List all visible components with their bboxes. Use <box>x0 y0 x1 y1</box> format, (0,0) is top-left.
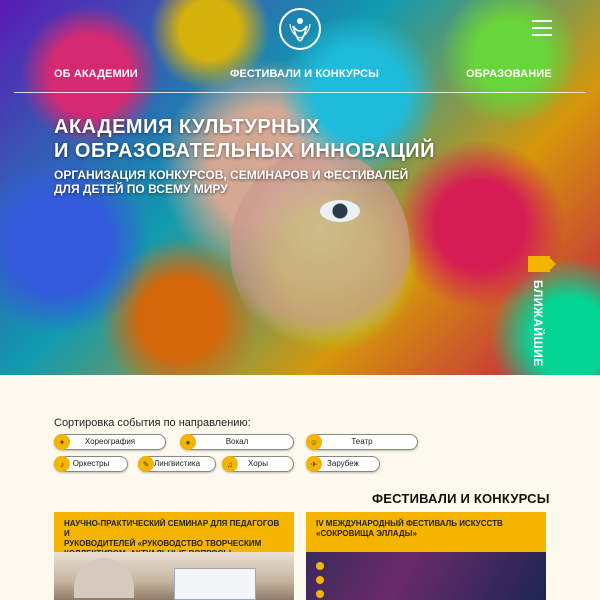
nav-festivals[interactable]: ФЕСТИВАЛИ И КОНКУРСЫ <box>230 68 379 80</box>
hero-subtitle-line: ДЛЯ ДЕТЕЙ ПО ВСЕМУ МИРУ <box>54 182 228 196</box>
nav-education[interactable]: ОБРАЗОВАНИЕ <box>466 68 552 80</box>
hero-eye-image <box>320 200 360 222</box>
event-card-title-line: НАУЧНО-ПРАКТИЧЕСКИЙ СЕМИНАР ДЛЯ ПЕДАГОГО… <box>64 519 280 538</box>
nearest-label: БЛИЖАЙШИЕ <box>531 280 545 367</box>
nav-divider <box>14 92 586 93</box>
filter-abroad[interactable]: ✈ Зарубеж <box>306 456 380 472</box>
academy-logo[interactable] <box>279 8 321 50</box>
filter-vocal[interactable]: ● Вокал <box>180 434 294 450</box>
arrow-right-icon[interactable] <box>528 256 556 272</box>
filter-label: Вокал <box>225 437 249 446</box>
filter-label: Оркестры <box>72 459 110 468</box>
event-card[interactable]: НАУЧНО-ПРАКТИЧЕСКИЙ СЕМИНАР ДЛЯ ПЕДАГОГО… <box>54 512 294 600</box>
filter-label: Лингвистика <box>153 459 201 468</box>
main-nav: ОБ АКАДЕМИИ ФЕСТИВАЛИ И КОНКУРСЫ ОБРАЗОВ… <box>0 64 600 86</box>
hero-title-line: АКАДЕМИЯ КУЛЬТУРНЫХ <box>54 116 321 138</box>
filter-choreography[interactable]: ✦ Хореография <box>54 434 166 450</box>
filter-theater[interactable]: ☺ Театр <box>306 434 418 450</box>
event-card-title: НАУЧНО-ПРАКТИЧЕСКИЙ СЕМИНАР ДЛЯ ПЕДАГОГО… <box>54 512 294 558</box>
logo-emblem-icon <box>289 18 311 42</box>
hero-title-line: И ОБРАЗОВАТЕЛЬНЫХ ИННОВАЦИЙ <box>54 140 436 162</box>
sort-label: Сортировка события по направлению: <box>54 417 251 429</box>
filter-orchestras[interactable]: ♪ Оркестры <box>54 456 128 472</box>
event-card-title-line: «СОКРОВИЩА ЭЛЛАДЫ» <box>316 529 417 538</box>
hero-subtitle: ОРГАНИЗАЦИЯ КОНКУРСОВ, СЕМИНАРОВ И ФЕСТИ… <box>54 168 408 196</box>
section-title: ФЕСТИВАЛИ И КОНКУРСЫ <box>372 491 550 506</box>
event-card-image <box>54 552 294 600</box>
event-card[interactable]: IV МЕЖДУНАРОДНЫЙ ФЕСТИВАЛЬ ИСКУССТВ «СОК… <box>306 512 546 600</box>
nav-about[interactable]: ОБ АКАДЕМИИ <box>54 68 138 80</box>
nearest-events-tab[interactable]: БЛИЖАЙШИЕ <box>528 256 556 374</box>
filter-linguistics[interactable]: ✎ Лингвистика <box>138 456 216 472</box>
filter-choirs[interactable]: ♫ Хоры <box>222 456 294 472</box>
event-card-image <box>306 552 546 600</box>
event-card-title: IV МЕЖДУНАРОДНЫЙ ФЕСТИВАЛЬ ИСКУССТВ «СОК… <box>306 512 546 552</box>
event-card-title-line: РУКОВОДИТЕЛЕЙ «РУКОВОДСТВО ТВОРЧЕСКИМ <box>64 539 262 548</box>
event-card-title-line: IV МЕЖДУНАРОДНЫЙ ФЕСТИВАЛЬ ИСКУССТВ <box>316 519 503 528</box>
menu-icon[interactable] <box>532 20 552 36</box>
filter-label: Зарубеж <box>327 459 359 468</box>
hero-subtitle-line: ОРГАНИЗАЦИЯ КОНКУРСОВ, СЕМИНАРОВ И ФЕСТИ… <box>54 168 409 182</box>
filter-label: Хоры <box>248 459 268 468</box>
filter-label: Хореография <box>84 437 136 446</box>
filter-label: Театр <box>351 437 373 446</box>
hero-title: АКАДЕМИЯ КУЛЬТУРНЫХ И ОБРАЗОВАТЕЛЬНЫХ ИН… <box>54 115 435 163</box>
